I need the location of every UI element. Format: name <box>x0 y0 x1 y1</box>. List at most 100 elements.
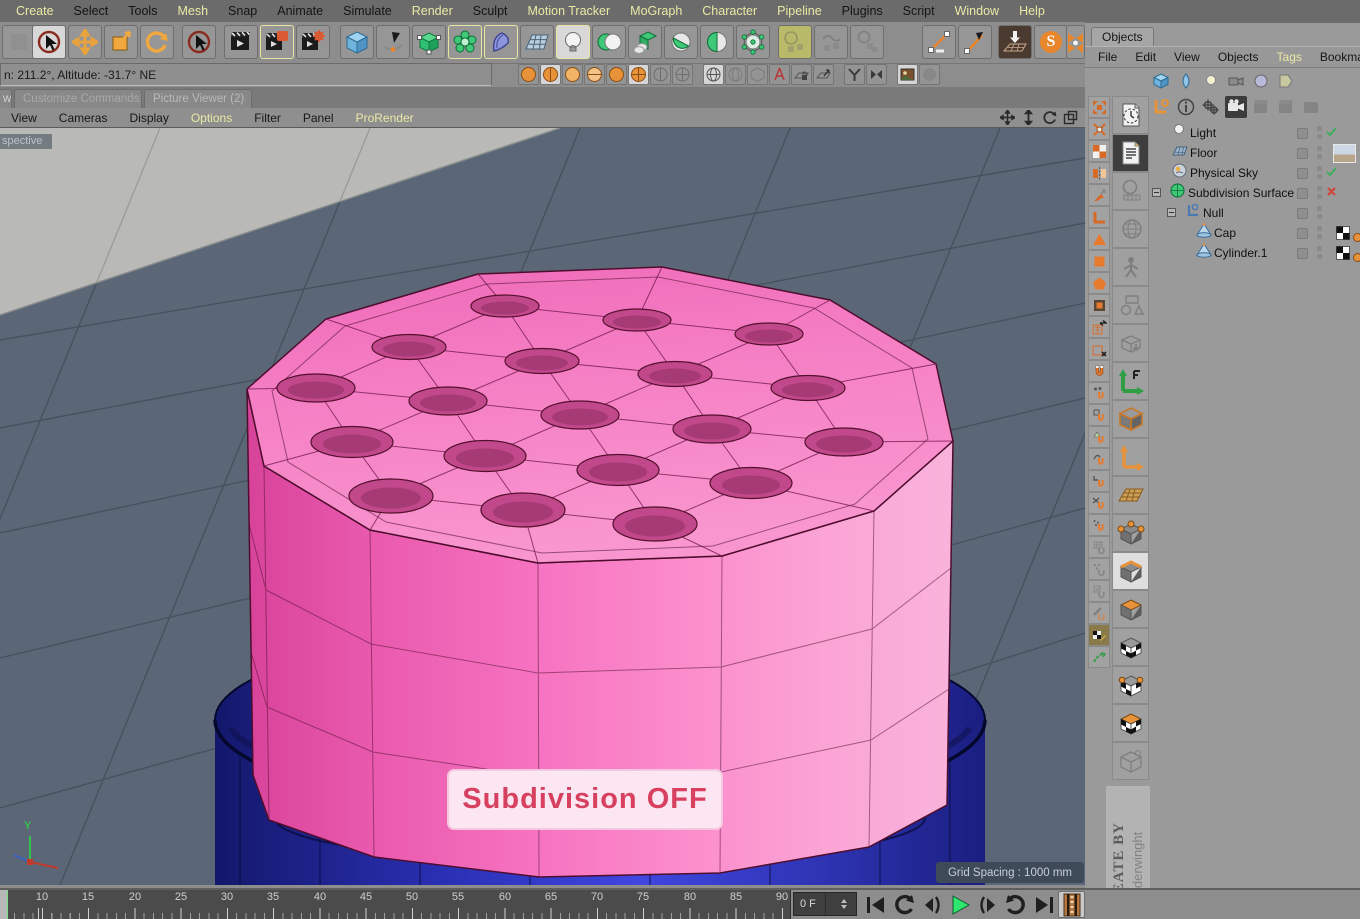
vp-menu-display[interactable]: Display <box>118 111 179 125</box>
shapes-ghost-icon[interactable] <box>1112 286 1149 324</box>
menu-mesh[interactable]: Mesh <box>167 4 218 18</box>
ghost-icon-1[interactable] <box>1250 96 1272 118</box>
snap-grid-icon[interactable] <box>1088 536 1110 558</box>
timeline-playhead[interactable] <box>0 890 8 919</box>
subdivision-surface-icon[interactable] <box>736 25 770 59</box>
tree-row-physical-sky[interactable]: Physical Sky <box>1150 163 1360 183</box>
pentagon-shape-icon[interactable] <box>1088 272 1110 294</box>
uv-polygon-mode-icon[interactable] <box>1112 704 1149 742</box>
texture-axis-mode-icon[interactable] <box>1112 666 1149 704</box>
mirror-icon[interactable] <box>1088 162 1110 184</box>
vp-menu-view[interactable]: View <box>0 111 48 125</box>
snap-intersection-icon[interactable] <box>1088 492 1110 514</box>
cube-filter-icon[interactable] <box>1150 70 1172 92</box>
last-selection-icon[interactable] <box>182 25 216 59</box>
y-split-icon[interactable] <box>844 64 865 85</box>
current-frame-field[interactable]: 0 F <box>793 892 857 916</box>
snap-magnet-icon[interactable] <box>1088 360 1110 382</box>
orange-sphere-icon-1[interactable] <box>518 64 539 85</box>
op-menu-edit[interactable]: Edit <box>1126 50 1165 64</box>
ghost-icon-3[interactable] <box>1300 96 1322 118</box>
layer-toggle[interactable] <box>1297 167 1308 179</box>
layer-toggle[interactable] <box>1297 187 1308 199</box>
light-filter-icon[interactable] <box>1200 70 1222 92</box>
move-tool-icon[interactable] <box>68 25 102 59</box>
substance-icon[interactable]: S <box>1034 25 1068 59</box>
viewport-rotate-icon[interactable] <box>1041 109 1058 126</box>
menu-help[interactable]: Help <box>1009 4 1055 18</box>
material-filter-icon[interactable] <box>1250 70 1272 92</box>
menu-render[interactable]: Render <box>402 4 463 18</box>
gray-ring-icon-2[interactable] <box>672 64 693 85</box>
orange-sphere-icon-5[interactable] <box>606 64 627 85</box>
floor-object-icon[interactable] <box>520 25 554 59</box>
play-forward-button[interactable] <box>946 891 973 918</box>
tag-filter-icon[interactable] <box>1275 70 1297 92</box>
box-arrow-ghost-icon[interactable] <box>1112 324 1149 362</box>
visibility-dots[interactable] <box>1317 126 1322 140</box>
light-object-icon[interactable] <box>556 25 590 59</box>
layer-icon[interactable] <box>1150 96 1172 118</box>
pen-spline-icon[interactable] <box>376 25 410 59</box>
snap-quantize-icon[interactable] <box>1088 580 1110 602</box>
op-menu-bookmark[interactable]: Bookmark <box>1311 50 1360 64</box>
vp-menu-filter[interactable]: Filter <box>243 111 292 125</box>
visibility-dots[interactable] <box>1317 186 1322 200</box>
op-menu-view[interactable]: View <box>1165 50 1209 64</box>
menu-simulate[interactable]: Simulate <box>333 4 402 18</box>
viewport-maximize-icon[interactable] <box>1062 109 1079 126</box>
timeline-ruler[interactable]: 10 15 20 25 30 35 40 45 50 55 60 65 70 75 80 85 … <box>0 890 791 919</box>
snap-spline-icon[interactable] <box>1088 448 1110 470</box>
disabled-cross-icon[interactable] <box>1326 184 1337 202</box>
boolean-object-icon[interactable] <box>592 25 626 59</box>
character-ghost-icon[interactable] <box>1112 248 1149 286</box>
layer-toggle[interactable] <box>1297 247 1308 259</box>
snap-edge-icon[interactable] <box>1088 404 1110 426</box>
render-picture-viewer-icon[interactable] <box>260 25 294 59</box>
menu-pipeline[interactable]: Pipeline <box>767 4 831 18</box>
snap-ruler-icon[interactable] <box>1088 602 1110 624</box>
drop-to-floor-icon[interactable] <box>998 25 1032 59</box>
menu-animate[interactable]: Animate <box>267 4 333 18</box>
orange-sphere-icon-4[interactable] <box>584 64 605 85</box>
visibility-dots[interactable] <box>1317 146 1322 160</box>
snap-polygon-icon[interactable] <box>1088 426 1110 448</box>
texture-tag-icon[interactable] <box>1336 246 1350 265</box>
visibility-dots[interactable] <box>1317 226 1322 240</box>
snap-midpoint-icon[interactable] <box>1088 514 1110 536</box>
enabled-check-icon[interactable] <box>1326 164 1337 182</box>
object-axis-cube-icon[interactable] <box>1112 400 1149 438</box>
tab-picture-viewer[interactable]: Picture Viewer (2) <box>144 89 252 108</box>
volume-builder-icon[interactable] <box>778 25 812 59</box>
menu-window[interactable]: Window <box>945 4 1009 18</box>
grid-x-icon[interactable] <box>1088 338 1110 360</box>
op-menu-tags[interactable]: Tags <box>1268 50 1311 64</box>
go-to-end-button[interactable] <box>1030 891 1057 918</box>
green-spline-arrow-icon[interactable] <box>1088 646 1110 668</box>
tree-row-floor[interactable]: Floor <box>1150 143 1360 163</box>
camera-label[interactable]: spective <box>0 134 52 149</box>
expand-toggle[interactable] <box>1167 208 1176 217</box>
volume-mesher-icon[interactable] <box>814 25 848 59</box>
render-ball-ghost-icon[interactable] <box>919 64 940 85</box>
layer-toggle[interactable] <box>1297 127 1308 139</box>
paint-setup-icon[interactable] <box>1088 184 1110 206</box>
enabled-check-icon[interactable] <box>1326 124 1337 142</box>
volume-group-icon[interactable] <box>850 25 884 59</box>
menu-create[interactable]: Create <box>6 4 64 18</box>
objects-panel-tab[interactable]: Objects <box>1091 27 1154 46</box>
live-selection-icon[interactable] <box>32 25 66 59</box>
array-object-icon[interactable] <box>628 25 662 59</box>
spline-filter-icon[interactable] <box>1175 70 1197 92</box>
menu-motion-tracker[interactable]: Motion Tracker <box>518 4 621 18</box>
gear-icon[interactable] <box>1200 96 1222 118</box>
tree-row-cap[interactable]: Cap <box>1150 223 1360 243</box>
smoothing-tag-icon[interactable] <box>1353 249 1360 267</box>
vp-menu-prorender[interactable]: ProRender <box>345 111 425 125</box>
op-menu-file[interactable]: File <box>1089 50 1126 64</box>
tree-row-subdivision-surface[interactable]: Subdivision Surface <box>1150 183 1360 203</box>
orange-sphere-icon-2[interactable] <box>540 64 561 85</box>
render-settings-icon[interactable] <box>296 25 330 59</box>
xpresso-icon[interactable] <box>1066 25 1085 59</box>
menu-plugins[interactable]: Plugins <box>832 4 893 18</box>
